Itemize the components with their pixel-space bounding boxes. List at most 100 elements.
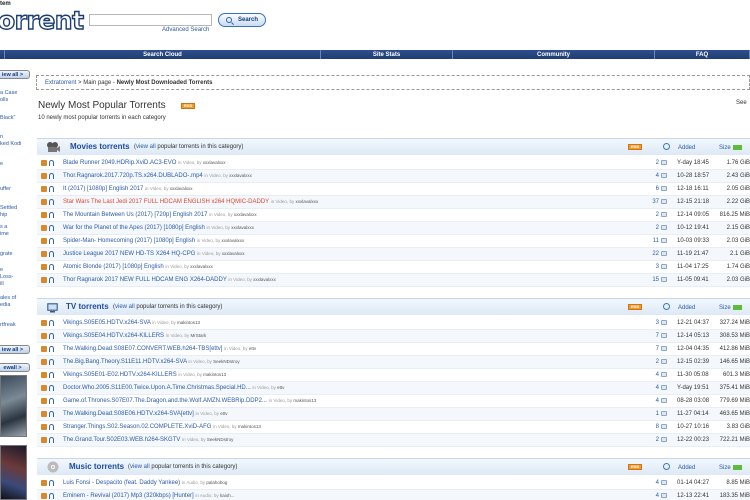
magnet-icon[interactable]	[49, 264, 54, 270]
download-icon[interactable]	[41, 385, 47, 391]
sidebar-link[interactable]: Settled	[0, 205, 17, 212]
torrent-link[interactable]: Thor.Ragnarok.2017.720p.TS.x264.DUBLADO-…	[63, 173, 203, 179]
magnet-icon[interactable]	[49, 359, 54, 365]
uploader-link[interactable]: ettv	[220, 411, 227, 416]
advanced-search-link[interactable]: Advanced Search	[162, 27, 209, 33]
download-icon[interactable]	[41, 480, 47, 486]
magnet-icon[interactable]	[49, 186, 54, 192]
sidebar-link[interactable]: Loss-	[0, 274, 13, 281]
magnet-icon[interactable]	[49, 372, 54, 378]
comment-count[interactable]: 2	[637, 225, 659, 231]
sidebar-link[interactable]: s a	[0, 224, 7, 231]
uploader-link[interactable]: ettv	[249, 346, 256, 351]
download-icon[interactable]	[41, 186, 47, 192]
comment-icon[interactable]	[661, 480, 667, 485]
sidebar-poster-image-2[interactable]	[0, 445, 27, 500]
column-header-added[interactable]: Added	[678, 305, 695, 311]
torrent-link[interactable]: Vikings.S05E01-E02.HDTV.x264-KILLERS	[63, 372, 177, 378]
comment-icon[interactable]	[661, 320, 667, 325]
sidebar-view-all-button[interactable]: iew all >	[0, 70, 30, 79]
comment-icon[interactable]	[661, 173, 667, 178]
comment-count[interactable]: 4	[637, 480, 659, 486]
torrent-link[interactable]: Game.of.Thrones.S07E07.The.Dragon.and.th…	[63, 398, 267, 404]
download-icon[interactable]	[41, 212, 47, 218]
torrent-link[interactable]: Thor Ragnarok 2017 NEW FULL HDCAM ENG X2…	[63, 277, 227, 283]
column-header-size[interactable]: Size	[719, 145, 742, 151]
uploader-link[interactable]: makintos13	[177, 320, 200, 325]
download-icon[interactable]	[41, 320, 47, 326]
download-icon[interactable]	[41, 346, 47, 352]
torrent-link[interactable]: Eminem - Revival (2017) Mp3 (320kbps) [H…	[63, 493, 194, 499]
comment-count[interactable]: 4	[637, 493, 659, 499]
comment-icon[interactable]	[661, 333, 667, 338]
download-icon[interactable]	[41, 398, 47, 404]
uploader-link[interactable]: xxxlavalxxx	[231, 225, 254, 230]
sidebar-link[interactable]: e	[0, 267, 3, 274]
title-rss-icon[interactable]: RSS	[181, 103, 195, 109]
download-icon[interactable]	[41, 173, 47, 179]
sidebar-link[interactable]: hip	[0, 212, 7, 219]
magnet-icon[interactable]	[49, 251, 54, 257]
torrent-link[interactable]: Blade Runner 2049.HDRip.XviD.AC3-EVO	[63, 160, 176, 166]
column-header-added[interactable]: Added	[678, 145, 695, 151]
magnet-icon[interactable]	[49, 199, 54, 205]
download-icon[interactable]	[41, 333, 47, 339]
section-viewall-link[interactable]: view all	[136, 144, 156, 150]
magnet-icon[interactable]	[49, 385, 54, 391]
magnet-icon[interactable]	[49, 277, 54, 283]
magnet-icon[interactable]	[49, 333, 54, 339]
nav-item-4[interactable]: FAQ	[655, 50, 750, 59]
comment-count[interactable]: 7	[637, 333, 659, 339]
comment-icon[interactable]	[661, 424, 667, 429]
comment-count[interactable]: 2	[637, 359, 659, 365]
magnet-icon[interactable]	[49, 212, 54, 218]
torrent-link[interactable]: The.Big.Bang.Theory.S11E11.HDTV.x264-SVA	[63, 359, 187, 365]
comment-count[interactable]: 4	[637, 385, 659, 391]
uploader-link[interactable]: kaioh...	[220, 493, 235, 498]
section-title[interactable]: TV torrents	[66, 302, 109, 311]
column-header-size[interactable]: Size	[719, 305, 742, 311]
comment-count[interactable]: 2	[637, 212, 659, 218]
comment-count[interactable]: 2	[637, 160, 659, 166]
sidebar-newall-button[interactable]: ewall >	[0, 363, 30, 372]
comment-count[interactable]: 3	[637, 264, 659, 270]
comment-icon[interactable]	[661, 346, 667, 351]
download-icon[interactable]	[41, 251, 47, 257]
uploader-link[interactable]: ettv	[277, 385, 284, 390]
download-icon[interactable]	[41, 277, 47, 283]
sidebar-link[interactable]: edia	[0, 302, 10, 309]
uploader-link[interactable]: xxxlavalxxx	[229, 173, 252, 178]
comment-count[interactable]: 4	[637, 372, 659, 378]
uploader-link[interactable]: xxxlavalxxx	[203, 160, 226, 165]
magnet-icon[interactable]	[49, 225, 54, 231]
uploader-link[interactable]: palahobog	[206, 480, 227, 485]
comment-icon[interactable]	[661, 359, 667, 364]
sidebar-link[interactable]: a Case	[0, 90, 17, 97]
sidebar-poster-image[interactable]	[0, 375, 27, 437]
torrent-link[interactable]: Vikings.S05E05.HDTV.x264-SVA	[63, 320, 151, 326]
comment-count[interactable]: 37	[637, 199, 659, 205]
uploader-link[interactable]: makintos13	[238, 424, 261, 429]
torrent-link[interactable]: The.Walking.Dead.S08E06.HDTV.x264-SVA[et…	[63, 411, 194, 417]
uploader-link[interactable]: xxxlavalxxx	[295, 199, 318, 204]
comment-icon[interactable]	[661, 277, 667, 282]
comment-icon[interactable]	[661, 251, 667, 256]
comment-icon[interactable]	[661, 160, 667, 165]
uploader-link[interactable]: SeekNDstroy	[213, 359, 240, 364]
magnet-icon[interactable]	[49, 173, 54, 179]
sidebar-link[interactable]: ime	[0, 231, 9, 238]
uploader-link[interactable]: xxxlavalxxx	[253, 277, 276, 282]
download-icon[interactable]	[41, 264, 47, 270]
torrent-link[interactable]: The.Grand.Tour.S02E03.WEB.h264-SKGTV	[63, 437, 180, 443]
magnet-icon[interactable]	[49, 437, 54, 443]
sidebar-link[interactable]: uffer	[0, 186, 11, 193]
download-icon[interactable]	[41, 199, 47, 205]
download-icon[interactable]	[41, 359, 47, 365]
download-icon[interactable]	[41, 160, 47, 166]
section-rss-icon[interactable]: RSS	[628, 144, 642, 150]
download-icon[interactable]	[41, 424, 47, 430]
uploader-link[interactable]: xxxlavalxxx	[221, 238, 244, 243]
torrent-link[interactable]: The.Walking.Dead.S08E07.CONVERT.WEB.h264…	[63, 346, 222, 352]
sidebar-link[interactable]: ked Kodi	[0, 141, 21, 148]
magnet-icon[interactable]	[49, 346, 54, 352]
